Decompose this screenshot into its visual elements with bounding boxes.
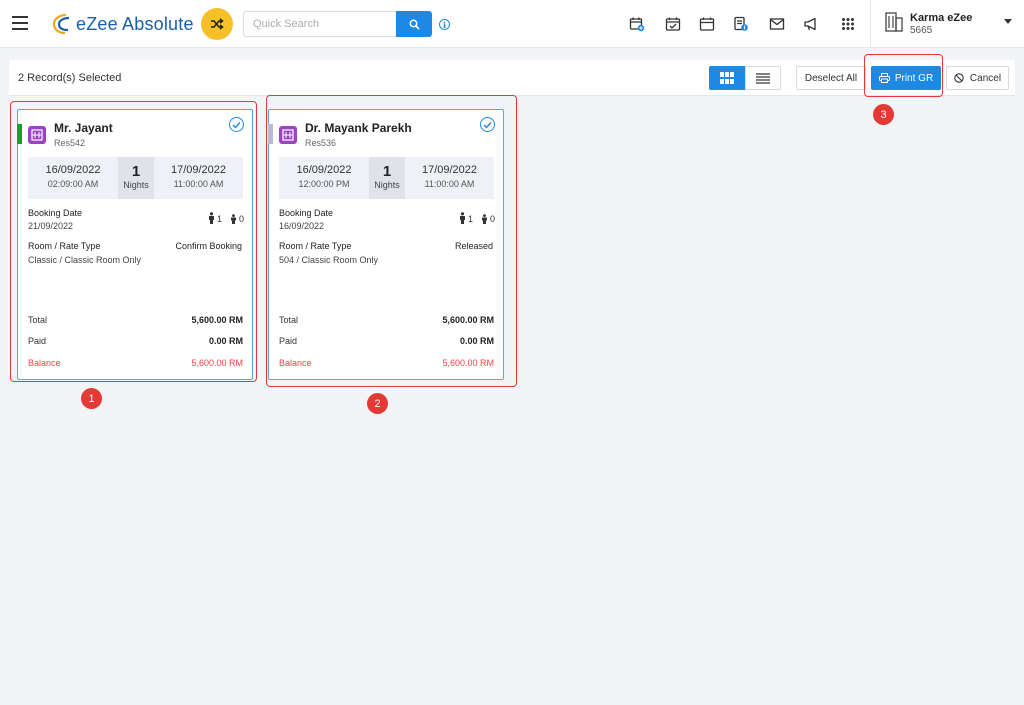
annotation-box-2 <box>266 95 517 387</box>
info-icon[interactable]: i <box>439 19 450 30</box>
building-icon <box>885 12 903 32</box>
cancel-button[interactable]: Cancel <box>946 66 1009 90</box>
calendar-icon[interactable] <box>697 14 717 34</box>
annotation-badge-3: 3 <box>873 104 894 125</box>
annotation-box-3 <box>864 54 943 97</box>
quick-search-input[interactable] <box>243 11 397 37</box>
top-navbar: eZee Absolute i <box>0 0 1024 48</box>
chevron-down-icon <box>1004 19 1012 24</box>
cancel-icon <box>954 73 964 83</box>
brand-name: eZee Absolute <box>76 13 194 34</box>
apps-grid-icon[interactable] <box>838 14 858 34</box>
grid-view-button[interactable] <box>709 66 745 90</box>
deselect-all-label: Deselect All <box>804 72 858 84</box>
brand-logo[interactable]: eZee Absolute <box>52 12 194 36</box>
menu-icon[interactable] <box>12 16 28 30</box>
deselect-all-button[interactable]: Deselect All <box>796 66 866 90</box>
search-button[interactable] <box>396 11 432 37</box>
grid-view-icon <box>720 72 734 84</box>
hotel-code: 5665 <box>910 25 933 36</box>
calendar-plus-icon[interactable] <box>627 14 647 34</box>
cancel-label: Cancel <box>969 72 1002 84</box>
calendar-check-icon[interactable] <box>663 14 683 34</box>
shuffle-button[interactable] <box>201 8 233 40</box>
selected-count-text: 2 Record(s) Selected <box>18 72 122 84</box>
list-view-button[interactable] <box>745 66 781 90</box>
annotation-box-1 <box>10 101 257 382</box>
list-view-icon <box>756 72 770 84</box>
logo-swirl-icon <box>52 13 72 35</box>
invoice-icon[interactable] <box>731 14 751 34</box>
annotation-badge-2: 2 <box>367 393 388 414</box>
shuffle-icon <box>211 18 224 30</box>
mail-icon[interactable] <box>767 14 787 34</box>
search-icon <box>409 19 420 30</box>
annotation-badge-1: 1 <box>81 388 102 409</box>
hotel-name: Karma eZee <box>910 12 973 24</box>
megaphone-icon[interactable] <box>801 14 821 34</box>
hotel-switcher[interactable]: Karma eZee 5665 <box>870 0 1024 48</box>
